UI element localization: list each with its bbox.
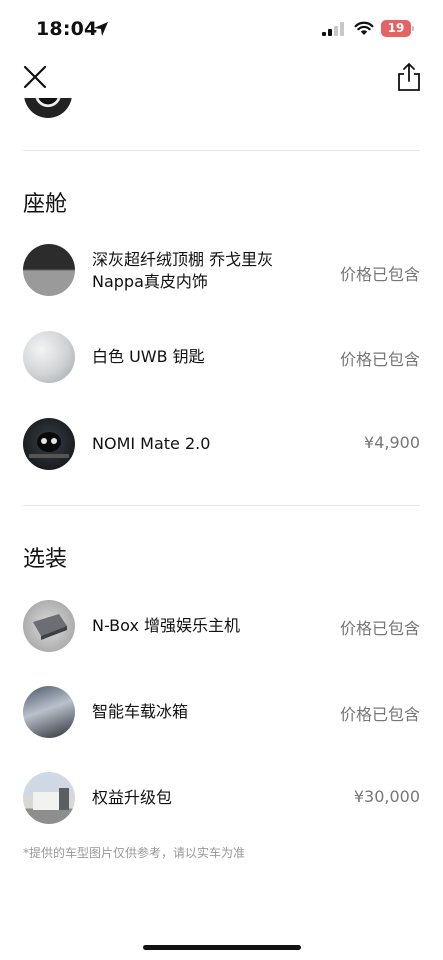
disclaimer-footnote: *提供的车型图片仅供参考，请以实车为准 [23, 846, 246, 860]
item-label: 权益升级包 [92, 788, 173, 807]
location-arrow-icon [94, 22, 108, 36]
headliner-swatch-icon [23, 244, 75, 296]
divider [23, 150, 420, 151]
item-label: N-Box 增强娱乐主机 [92, 616, 241, 635]
list-item[interactable]: 智能车载冰箱 价格已包含 [0, 686, 443, 746]
benefits-pack-icon [23, 772, 75, 824]
item-label: 深灰超纤绒顶棚 乔戈里灰 Nappa真皮内饰 [92, 250, 274, 291]
nomi-mate-icon [23, 418, 75, 470]
cellular-signal-icon [322, 22, 344, 36]
list-item[interactable]: N-Box 增强娱乐主机 价格已包含 [0, 600, 443, 660]
section-title-cabin: 座舱 [23, 192, 68, 217]
item-price: 价格已包含 [339, 619, 420, 638]
divider [23, 505, 420, 506]
item-price: ¥4,900 [364, 433, 420, 452]
list-item[interactable]: 深灰超纤绒顶棚 乔戈里灰 Nappa真皮内饰 价格已包含 [0, 244, 443, 304]
list-item[interactable]: 权益升级包 ¥30,000 [0, 772, 443, 832]
item-label: NOMI Mate 2.0 [92, 434, 211, 453]
wifi-icon [354, 21, 374, 35]
item-label: 白色 UWB 钥匙 [92, 347, 205, 366]
list-item[interactable]: NOMI Mate 2.0 ¥4,900 [0, 418, 443, 478]
home-indicator[interactable] [143, 945, 301, 950]
list-item[interactable]: 白色 UWB 钥匙 价格已包含 [0, 331, 443, 391]
nbox-icon [23, 600, 75, 652]
item-price: ¥30,000 [353, 787, 420, 806]
close-icon[interactable] [22, 64, 48, 90]
section-title-options: 选装 [23, 547, 68, 572]
item-price: 价格已包含 [339, 705, 420, 724]
item-price: 价格已包含 [339, 350, 420, 369]
item-label: 智能车载冰箱 [92, 702, 189, 721]
item-price: 价格已包含 [339, 265, 420, 284]
car-fridge-icon [23, 686, 75, 738]
battery-indicator: 19 [381, 20, 414, 37]
share-icon[interactable] [395, 62, 423, 92]
status-time: 18:04 [36, 18, 98, 40]
uwb-key-icon [23, 331, 75, 383]
status-bar: 18:04 19 [0, 0, 443, 56]
